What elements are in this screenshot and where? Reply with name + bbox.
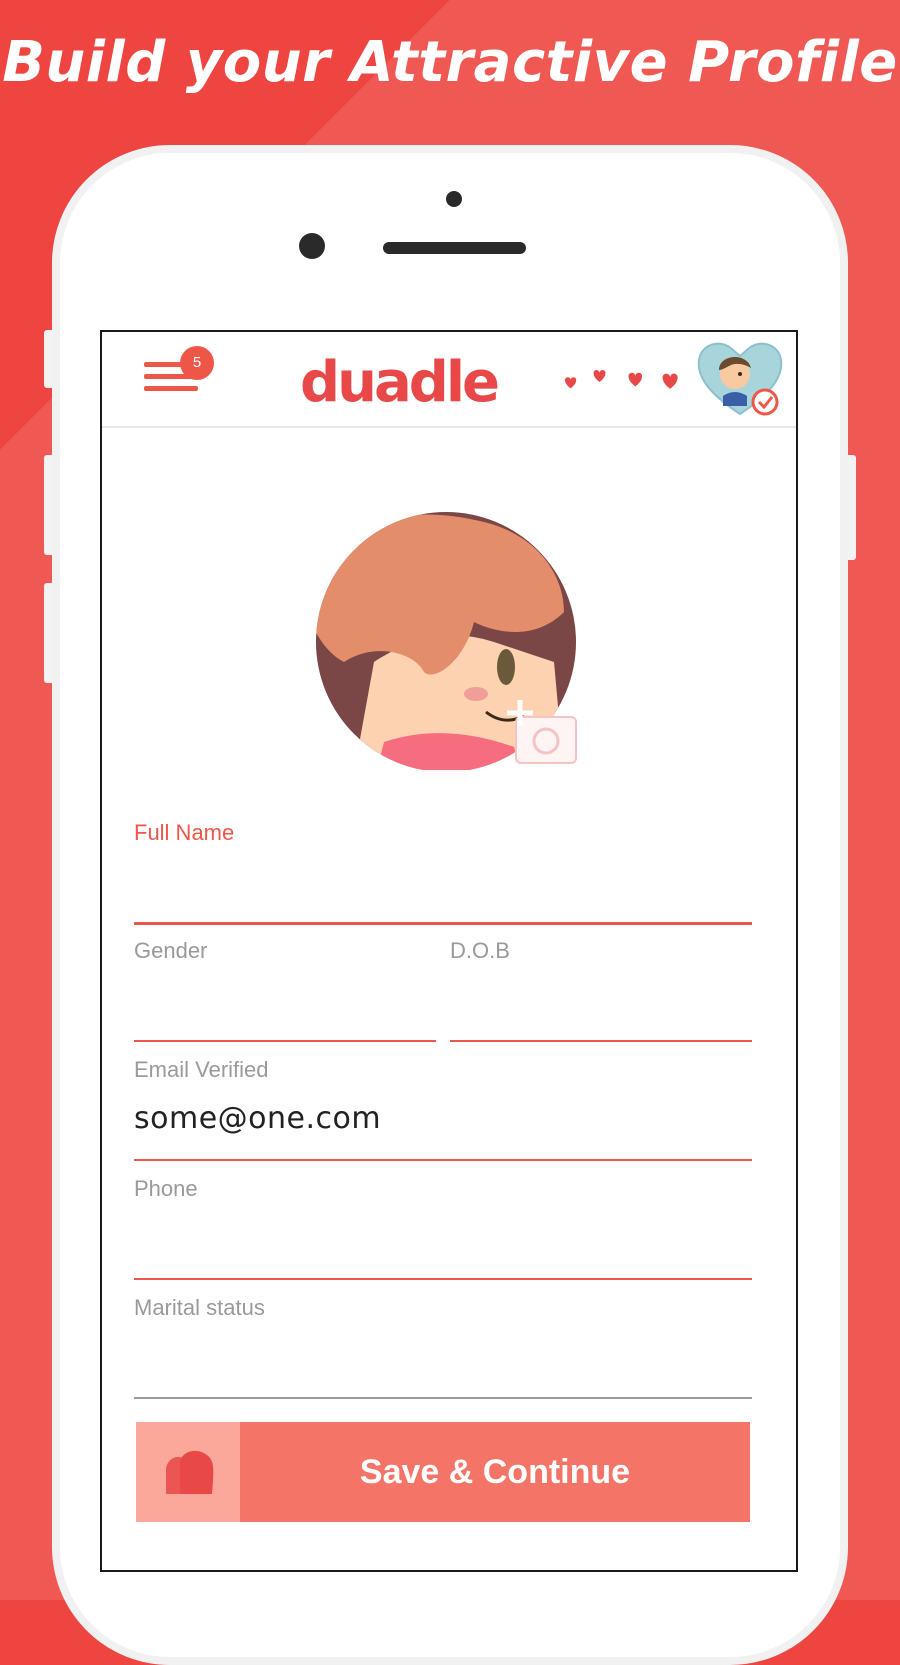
phone-front-camera [299,233,325,259]
email-value: some@one.com [134,1101,382,1136]
app-screen: 5 duadle Full Name Gender D.O.B Email Ve… [100,330,798,1572]
phone-earpiece [383,242,526,254]
dob-label: D.O.B [450,938,510,963]
dob-underline [450,1040,752,1042]
promo-title: Build your Attractive Profile [2,30,898,95]
marital-status-label: Marital status [134,1295,265,1320]
phone-underline [134,1278,752,1280]
phone-sensor [446,191,462,207]
email-underline [134,1159,752,1161]
brand-logo: duadle [300,350,500,415]
email-field[interactable]: Email Verified some@one.com [134,1057,752,1167]
marital-status-field[interactable]: Marital status [134,1295,752,1405]
heart-icon [166,1450,214,1494]
gender-field[interactable]: Gender [134,938,436,1048]
gender-underline [134,1040,436,1042]
dob-field[interactable]: D.O.B [450,938,752,1048]
heart-trail-decoration [565,370,678,389]
marital-status-underline [134,1397,752,1399]
button-icon-box [136,1422,240,1522]
full-name-label: Full Name [134,820,235,845]
avatar-photo-upload[interactable] [314,512,578,770]
notification-badge: 5 [180,346,214,380]
profile-avatar[interactable] [695,336,785,418]
save-continue-label: Save & Continue [359,1453,631,1491]
phone-field[interactable]: Phone [134,1176,752,1286]
phone-label: Phone [134,1176,198,1201]
email-label: Email Verified [134,1057,269,1082]
full-name-field[interactable]: Full Name [134,820,752,930]
app-header: 5 duadle [102,332,796,428]
check-circle-icon [751,388,779,416]
full-name-underline [134,922,752,925]
save-continue-button[interactable]: Save & Continue [136,1422,750,1522]
gender-label: Gender [134,938,208,963]
